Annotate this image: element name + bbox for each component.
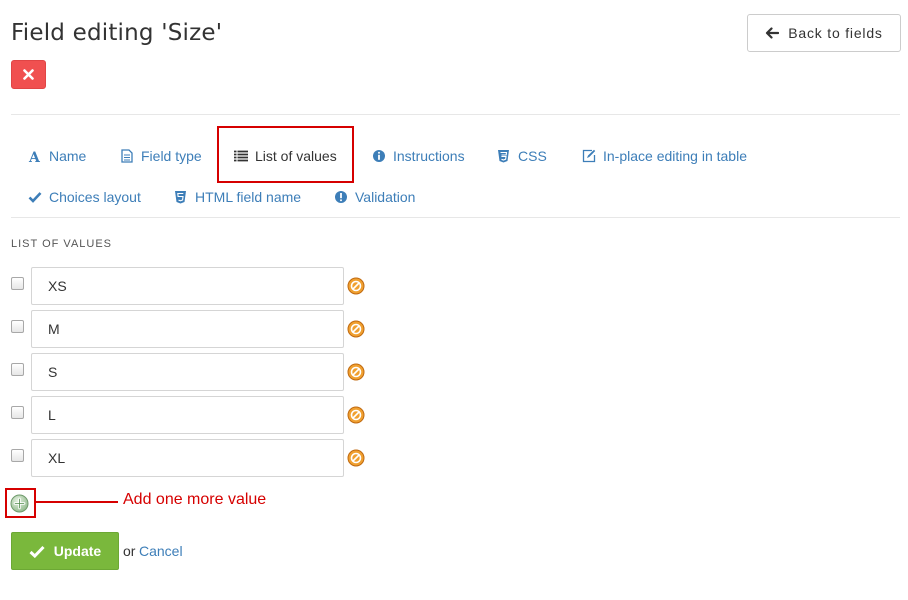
list-item [11, 439, 411, 477]
divider [11, 217, 900, 218]
page-title: Field editing 'Size' [11, 20, 223, 46]
select-checkbox[interactable] [11, 449, 24, 462]
document-icon [119, 149, 134, 164]
tab-label: HTML field name [195, 189, 302, 205]
tab-label: Validation [355, 189, 416, 205]
update-button[interactable]: Update [11, 532, 119, 570]
list-item [11, 267, 411, 305]
tab-label: Field type [141, 148, 202, 164]
value-input[interactable] [31, 310, 344, 348]
svg-text:A: A [28, 150, 41, 163]
tab-list-of-values[interactable]: List of values [233, 148, 337, 164]
edit-icon [581, 149, 596, 164]
remove-icon[interactable] [347, 320, 365, 338]
select-checkbox[interactable] [11, 320, 24, 333]
check-icon [27, 190, 42, 205]
select-checkbox[interactable] [11, 363, 24, 376]
update-label: Update [53, 543, 102, 559]
delete-field-button[interactable] [11, 60, 46, 89]
add-value-icon[interactable] [10, 494, 29, 513]
tab-label: Choices layout [49, 189, 141, 205]
arrow-left-icon [766, 27, 780, 39]
back-to-fields-label: Back to fields [788, 25, 883, 41]
tab-in-place-editing[interactable]: In-place editing in table [581, 148, 747, 164]
info-icon [371, 149, 386, 164]
cancel-link[interactable]: Cancel [139, 543, 183, 559]
list-icon [233, 149, 248, 164]
section-label: LIST OF VALUES [11, 238, 113, 250]
check-icon [29, 545, 45, 558]
tab-label: Name [49, 148, 87, 164]
tab-label: Instructions [393, 148, 465, 164]
back-to-fields-button[interactable]: Back to fields [747, 14, 901, 52]
html5-icon [173, 190, 188, 205]
remove-icon[interactable] [347, 406, 365, 424]
value-input[interactable] [31, 267, 344, 305]
value-input[interactable] [31, 353, 344, 391]
tab-html-field-name[interactable]: HTML field name [173, 189, 301, 205]
tab-validation[interactable]: Validation [333, 189, 415, 205]
close-icon [23, 69, 34, 80]
exclamation-icon [333, 190, 348, 205]
tab-label: List of values [255, 148, 337, 164]
list-item [11, 310, 411, 348]
value-input[interactable] [31, 396, 344, 434]
tab-choices-layout[interactable]: Choices layout [27, 189, 141, 205]
select-checkbox[interactable] [11, 277, 24, 290]
list-item [11, 353, 411, 391]
select-checkbox[interactable] [11, 406, 24, 419]
remove-icon[interactable] [347, 449, 365, 467]
remove-icon[interactable] [347, 363, 365, 381]
css3-icon [496, 149, 511, 164]
list-item [11, 396, 411, 434]
divider [11, 114, 900, 115]
tab-field-type[interactable]: Field type [119, 148, 202, 164]
annotation-text: Add one more value [123, 491, 267, 508]
remove-icon[interactable] [347, 277, 365, 295]
tab-instructions[interactable]: Instructions [371, 148, 465, 164]
tab-name[interactable]: A Name [27, 148, 87, 164]
value-input[interactable] [31, 439, 344, 477]
annotation-line [36, 501, 118, 503]
font-icon: A [27, 149, 42, 164]
or-text: or [123, 543, 136, 559]
tab-css[interactable]: CSS [496, 148, 547, 164]
tab-label: CSS [518, 148, 547, 164]
tab-label: In-place editing in table [603, 148, 747, 164]
